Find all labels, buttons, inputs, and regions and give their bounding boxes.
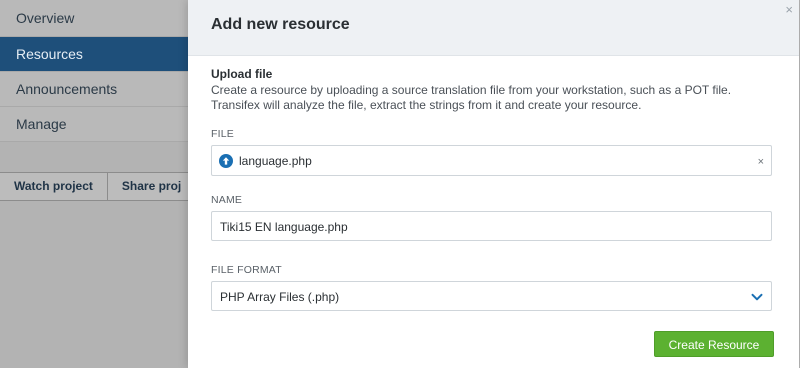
sidebar: Overview Resources Announcements Manage bbox=[0, 0, 190, 142]
file-format-value: PHP Array Files (.php) bbox=[220, 290, 340, 304]
share-project-button[interactable]: Share proj bbox=[108, 173, 195, 200]
upload-file-heading: Upload file bbox=[211, 67, 273, 81]
watch-project-button[interactable]: Watch project bbox=[0, 173, 108, 200]
name-label: NAME bbox=[211, 194, 243, 206]
sidebar-item-announcements[interactable]: Announcements bbox=[0, 72, 190, 107]
close-icon[interactable]: × bbox=[785, 2, 793, 17]
name-value: Tiki15 EN language.php bbox=[220, 220, 348, 234]
file-name: language.php bbox=[239, 154, 312, 168]
add-resource-modal: Add new resource × Upload file Create a … bbox=[188, 0, 799, 368]
file-label: FILE bbox=[211, 128, 234, 140]
sidebar-item-overview[interactable]: Overview bbox=[0, 0, 190, 37]
clear-file-icon[interactable]: × bbox=[758, 156, 764, 168]
upload-icon[interactable] bbox=[219, 154, 233, 168]
file-format-label: FILE FORMAT bbox=[211, 264, 282, 276]
name-field[interactable]: Tiki15 EN language.php bbox=[211, 211, 772, 241]
file-format-select[interactable]: PHP Array Files (.php) bbox=[211, 281, 772, 311]
modal-title: Add new resource bbox=[211, 16, 350, 33]
chevron-down-icon[interactable] bbox=[751, 291, 763, 303]
sidebar-item-manage[interactable]: Manage bbox=[0, 107, 190, 142]
file-field[interactable]: language.php × bbox=[211, 145, 772, 176]
sidebar-item-resources[interactable]: Resources bbox=[0, 37, 190, 72]
upload-description: Create a resource by uploading a source … bbox=[211, 83, 732, 112]
project-action-bar: Watch project Share proj bbox=[0, 172, 190, 201]
modal-header: Add new resource × bbox=[188, 0, 799, 56]
create-resource-button[interactable]: Create Resource bbox=[654, 331, 774, 357]
